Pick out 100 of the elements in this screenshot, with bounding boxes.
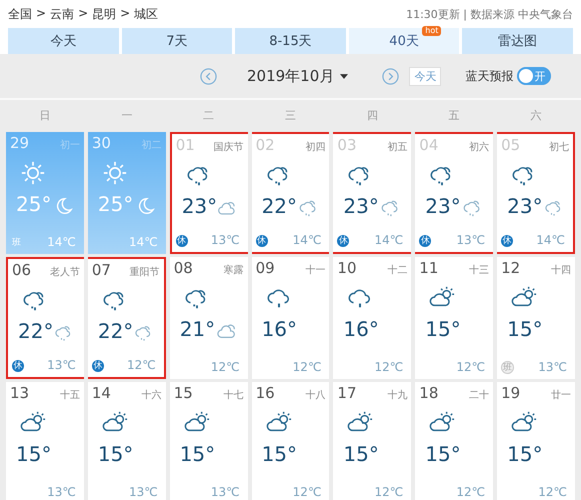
breadcrumb-item[interactable]: 昆明 [92,6,116,22]
high-temperature: 15° [507,442,543,466]
high-temperature: 25° [98,192,134,216]
high-temperature: 22° [98,319,134,343]
low-temperature: 14℃ [292,233,322,247]
lunar-date: 寒露 [224,264,244,277]
lunar-date: 二十 [469,388,490,402]
day-cell[interactable]: 14 十六 15° 13℃ [88,382,166,500]
high-temperature: 23° [182,194,218,218]
holiday-mark: 休 [256,235,268,247]
lunar-date: 十四 [550,264,571,277]
day-cell[interactable]: 06 老人节 22° 休 13℃ [6,257,84,379]
lunar-date: 十一 [305,264,326,277]
lunar-date: 十八 [305,388,326,402]
toggle-label: 蓝天预报 [465,68,514,84]
holiday-mark: 休 [419,235,432,247]
day-cell[interactable]: 16 十八 15° 12℃ [252,382,330,500]
holiday-mark: 休 [501,235,514,247]
weekday-label: 五 [448,108,461,122]
lunar-date: 十七 [224,388,244,402]
holiday-mark: 休 [337,235,350,247]
breadcrumb-item[interactable]: 城区 [134,6,158,22]
lunar-date: 初四 [305,140,326,154]
date-number: 09 [256,259,275,277]
previous-month-icon[interactable] [200,68,217,84]
day-cell[interactable]: 10 十二 16° 12℃ [333,257,412,379]
breadcrumb-item: > [36,6,46,22]
next-month-icon[interactable] [382,68,400,84]
hot-badge: hot [422,26,442,36]
weekday-label: 六 [530,108,543,122]
lunar-date: 十二 [387,264,408,277]
date-number: 18 [419,384,438,402]
low-temperature: 12℃ [456,360,486,374]
weekday-label: 一 [120,108,134,122]
breadcrumb-item: > [120,6,130,22]
low-temperature: 13℃ [538,360,567,374]
tab[interactable]: 8-15天 [235,28,346,54]
holiday-mark: 休 [176,235,188,247]
date-number: 15 [174,384,193,402]
lunar-date: 初五 [387,140,408,154]
high-temperature: 15° [507,317,543,341]
tab[interactable]: 雷达图 [462,28,573,54]
low-temperature: 13℃ [210,485,240,499]
day-cell[interactable]: 08 寒露 21° 12℃ [170,257,248,379]
caret-icon[interactable] [340,74,348,78]
date-number: 10 [337,259,357,277]
weekday-label: 日 [38,108,52,122]
day-cell[interactable]: 18 二十 15° 12℃ [415,382,494,500]
day-cell[interactable]: 19 廿一 15° 12℃ [497,382,575,500]
low-temperature: 12℃ [292,360,322,374]
day-cell[interactable]: 09 十一 16° 12℃ [252,257,330,379]
date-number: 06 [12,261,32,279]
low-temperature: 14℃ [374,233,404,247]
day-cell[interactable]: 17 十九 15° 12℃ [333,382,412,500]
holiday-mark: 班 [11,236,22,249]
lunar-date: 老人节 [50,266,80,279]
update-info: 11:30更新 | 数据来源 中央气象台 [406,6,573,22]
high-temperature: 23° [425,194,461,218]
lunar-date: 廿一 [550,388,571,402]
holiday-mark: 休 [92,360,104,372]
high-temperature: 15° [262,442,298,466]
low-temperature: 14℃ [536,233,565,247]
lunar-date: 初一 [60,138,80,152]
lunar-date: 十三 [469,264,490,277]
breadcrumb-item[interactable]: 全国 [8,6,32,22]
date-number: 11 [419,259,438,277]
weekday-label: 四 [366,108,379,122]
day-cell[interactable]: 12 十四 15° 班 13℃ [497,257,575,379]
lunar-date: 重阳节 [130,266,160,279]
low-temperature: 12℃ [210,360,240,374]
day-cell[interactable]: 11 十三 15° 12℃ [415,257,494,379]
low-temperature: 12℃ [374,485,404,499]
day-cell[interactable]: 15 十七 15° 13℃ [170,382,248,500]
high-temperature: 15° [98,442,134,466]
low-temperature: 13℃ [456,233,486,247]
high-temperature: 15° [16,442,52,466]
lunar-date: 十六 [142,388,162,402]
low-temperature: 13℃ [128,485,158,499]
date-number: 08 [174,259,193,277]
low-temperature: 12℃ [456,485,486,499]
tab[interactable]: 7天 [122,28,232,54]
lunar-date: 初七 [548,140,569,154]
day-cell[interactable]: 13 十五 15° 13℃ [6,382,84,500]
date-number: 30 [92,134,111,152]
high-temperature: 21° [180,317,216,341]
date-number: 17 [337,384,357,402]
lunar-date: 国庆节 [214,140,244,154]
high-temperature: 16° [343,317,379,341]
date-number: 19 [501,384,520,402]
high-temperature: 22° [18,319,54,343]
tab[interactable]: 40天 hot [348,28,460,54]
high-temperature: 23° [507,194,543,218]
low-temperature: 14℃ [47,235,76,249]
weekday-label: 二 [202,108,216,122]
high-temperature: 25° [16,192,52,216]
breadcrumb-item[interactable]: 云南 [50,6,74,22]
month-selector[interactable]: 2019年10月 [247,66,334,86]
day-cell[interactable]: 07 重阳节 22° 休 12℃ [88,257,166,379]
low-temperature: 13℃ [47,485,76,499]
tab[interactable]: 今天 [8,28,119,54]
